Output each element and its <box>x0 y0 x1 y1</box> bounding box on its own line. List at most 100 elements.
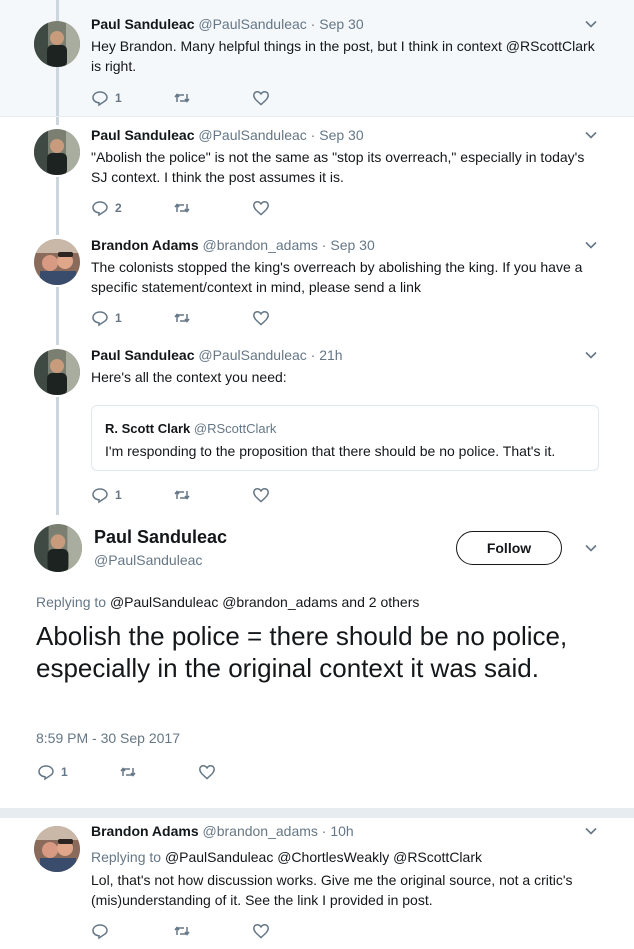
tweet-text: Here's all the context you need: <box>91 369 287 385</box>
avatar[interactable] <box>34 239 80 285</box>
thread-line <box>56 397 59 515</box>
like-icon <box>253 90 269 106</box>
tweet-header: Brandon Adams @brandon_adams · 10h <box>91 822 354 840</box>
reply-button[interactable] <box>91 921 115 941</box>
tweet-actions: 1 <box>37 762 337 782</box>
thread-line <box>56 177 59 227</box>
like-icon <box>253 200 269 216</box>
caret-down-icon[interactable] <box>584 238 598 252</box>
retweet-button[interactable] <box>173 88 191 108</box>
retweet-icon <box>120 767 136 777</box>
replying-others[interactable]: and 2 others <box>342 594 420 610</box>
tweet-text: Abolish the police = there should be no … <box>36 621 568 683</box>
tweet-timestamp[interactable]: 8:59 PM - 30 Sep 2017 <box>36 730 180 746</box>
quoted-tweet[interactable]: R. Scott Clark @RScottClark I'm respondi… <box>91 405 599 471</box>
avatar[interactable] <box>34 826 80 872</box>
avatar[interactable] <box>34 129 80 175</box>
tweet-actions: 1 <box>91 88 391 108</box>
thread-line <box>56 227 59 235</box>
replying-to-handles[interactable]: @PaulSanduleac @ChortlesWeakly @RScottCl… <box>165 849 482 865</box>
retweet-button[interactable] <box>173 198 191 218</box>
like-button[interactable] <box>252 198 270 218</box>
reply-button[interactable]: 2 <box>91 198 122 218</box>
reply-count: 2 <box>115 201 122 215</box>
tweet-1[interactable]: Paul Sanduleac @PaulSanduleac · Sep 30 H… <box>0 0 634 116</box>
replying-prefix: Replying to <box>91 849 162 865</box>
retweet-button[interactable] <box>173 921 191 941</box>
reply-button[interactable]: 1 <box>91 308 122 328</box>
author-handle[interactable]: @brandon_adams <box>203 823 318 839</box>
tweet-actions <box>91 921 391 941</box>
author-name[interactable]: Paul Sanduleac <box>91 127 194 143</box>
reply-icon <box>38 765 54 781</box>
retweet-button[interactable] <box>173 308 191 328</box>
like-button[interactable] <box>252 485 270 505</box>
caret-down-icon[interactable] <box>584 824 598 838</box>
like-icon <box>199 764 215 780</box>
author-name[interactable]: Paul Sanduleac <box>94 527 227 548</box>
author-handle[interactable]: @PaulSanduleac <box>198 347 306 363</box>
separator: · <box>310 16 316 32</box>
quote-author-name: R. Scott Clark <box>105 421 191 436</box>
retweet-icon <box>174 490 190 500</box>
reply-button[interactable]: 1 <box>91 88 122 108</box>
quote-header: R. Scott Clark @RScottClark <box>105 421 276 436</box>
tweet-header: Paul Sanduleac @PaulSanduleac · Sep 30 <box>91 126 364 144</box>
tweet-text: Hey Brandon. Many helpful things in the … <box>91 38 595 74</box>
avatar[interactable] <box>34 349 80 395</box>
author-name[interactable]: Brandon Adams <box>91 823 199 839</box>
quote-author-handle: @RScottClark <box>193 421 277 436</box>
avatar[interactable] <box>34 21 80 67</box>
reply-button[interactable]: 1 <box>37 762 68 782</box>
author-handle[interactable]: @brandon_adams <box>203 237 318 253</box>
author-handle[interactable]: @PaulSanduleac <box>94 552 202 568</box>
avatar[interactable] <box>34 524 82 572</box>
retweet-icon <box>174 203 190 213</box>
tweet-header: Paul Sanduleac @PaulSanduleac · 21h <box>91 346 343 364</box>
tweet-header: Paul Sanduleac @PaulSanduleac · Sep 30 <box>91 15 364 33</box>
tweet-actions: 1 <box>91 308 391 328</box>
caret-down-icon[interactable] <box>584 541 598 555</box>
like-button[interactable] <box>252 308 270 328</box>
author-name[interactable]: Brandon Adams <box>91 237 199 253</box>
thread-line <box>56 287 59 337</box>
separator: · <box>321 237 327 253</box>
replying-to-handles[interactable]: @PaulSanduleac @brandon_adams <box>110 594 338 610</box>
tweet-actions: 1 <box>91 485 391 505</box>
tweet-text: Lol, that's not how discussion works. Gi… <box>91 872 573 908</box>
like-button[interactable] <box>252 88 270 108</box>
reply-count: 1 <box>115 91 122 105</box>
author-handle[interactable]: @PaulSanduleac <box>198 127 306 143</box>
retweet-icon <box>174 313 190 323</box>
separator: · <box>321 823 327 839</box>
tweet-time[interactable]: Sep 30 <box>319 16 363 32</box>
reply-icon <box>92 201 108 217</box>
caret-down-icon[interactable] <box>584 17 598 31</box>
reply-tweet[interactable]: Brandon Adams @brandon_adams · 10h Reply… <box>0 818 634 949</box>
tweet-2[interactable]: Paul Sanduleac @PaulSanduleac · Sep 30 "… <box>0 117 634 227</box>
like-button[interactable] <box>252 921 270 941</box>
tweet-time[interactable]: 10h <box>330 823 353 839</box>
reply-icon <box>92 924 108 940</box>
author-name[interactable]: Paul Sanduleac <box>91 16 194 32</box>
follow-button[interactable]: Follow <box>456 531 562 565</box>
tweet-time[interactable]: Sep 30 <box>330 237 374 253</box>
tweet-4[interactable]: Paul Sanduleac @PaulSanduleac · 21h Here… <box>0 337 634 515</box>
tweet-time[interactable]: 21h <box>319 347 342 363</box>
author-handle[interactable]: @PaulSanduleac <box>198 16 306 32</box>
like-button[interactable] <box>198 762 216 782</box>
retweet-button[interactable] <box>119 762 137 782</box>
separator: · <box>310 347 316 363</box>
retweet-icon <box>174 926 190 936</box>
replying-prefix: Replying to <box>36 594 107 610</box>
reply-button[interactable]: 1 <box>91 485 122 505</box>
reply-icon <box>92 91 108 107</box>
tweet-text: The colonists stopped the king's overrea… <box>91 259 583 295</box>
tweet-3[interactable]: Brandon Adams @brandon_adams · Sep 30 Th… <box>0 227 634 337</box>
caret-down-icon[interactable] <box>584 128 598 142</box>
tweet-text: "Abolish the police" is not the same as … <box>91 149 585 185</box>
caret-down-icon[interactable] <box>584 348 598 362</box>
retweet-button[interactable] <box>173 485 191 505</box>
author-name[interactable]: Paul Sanduleac <box>91 347 194 363</box>
tweet-time[interactable]: Sep 30 <box>319 127 363 143</box>
